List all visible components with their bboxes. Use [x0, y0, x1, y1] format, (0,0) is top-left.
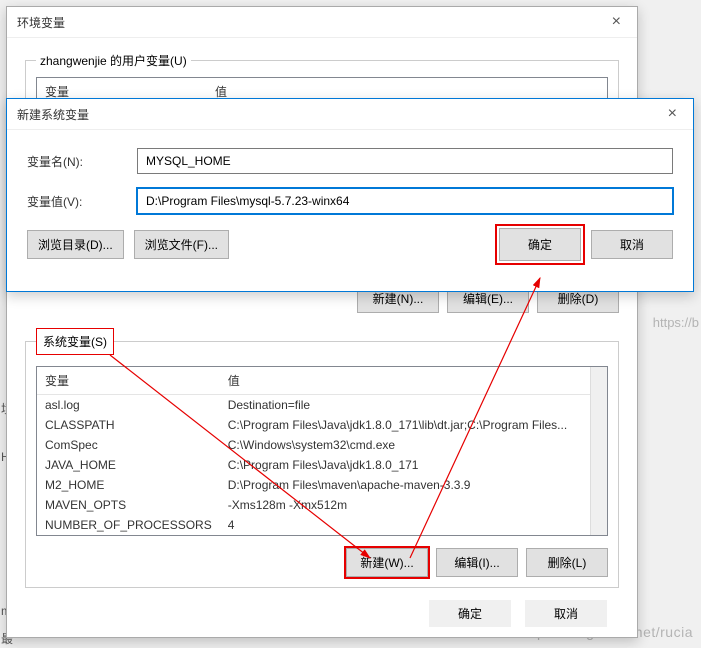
- var-name-cell: MAVEN_OPTS: [37, 495, 220, 515]
- env-dialog-title: 环境变量: [17, 14, 65, 31]
- env-cancel-button[interactable]: 取消: [525, 600, 607, 627]
- new-system-var-dialog: 新建系统变量 × 变量名(N): 变量值(V): 浏览目录(D)... 浏览文件…: [6, 98, 694, 292]
- table-row[interactable]: NUMBER_OF_PROCESSORS4: [37, 515, 590, 535]
- var-value-label: 变量值(V):: [27, 193, 137, 210]
- var-value-cell: 4: [220, 515, 590, 535]
- var-value-cell: C:\Windows\system32\cmd.exe: [220, 435, 590, 455]
- user-vars-label: zhangwenjie 的用户变量(U): [36, 52, 191, 69]
- var-name-cell: M2_HOME: [37, 475, 220, 495]
- browse-file-button[interactable]: 浏览文件(F)...: [134, 230, 229, 259]
- system-vars-table[interactable]: 变量 值 asl.logDestination=fileCLASSPATHC:\…: [36, 366, 608, 536]
- var-name-cell: CLASSPATH: [37, 415, 220, 435]
- var-value-cell: Destination=file: [220, 395, 590, 416]
- var-name-cell: asl.log: [37, 395, 220, 416]
- var-name-input[interactable]: [137, 148, 673, 174]
- browse-dir-button[interactable]: 浏览目录(D)...: [27, 230, 124, 259]
- var-value-cell: -Xms128m -Xmx512m: [220, 495, 590, 515]
- table-row[interactable]: ComSpecC:\Windows\system32\cmd.exe: [37, 435, 590, 455]
- var-value-cell: C:\Program Files\Java\jdk1.8.0_171\lib\d…: [220, 415, 590, 435]
- env-ok-button[interactable]: 确定: [429, 600, 511, 627]
- scrollbar[interactable]: [590, 367, 607, 535]
- table-row[interactable]: asl.logDestination=file: [37, 395, 590, 416]
- var-name-cell: JAVA_HOME: [37, 455, 220, 475]
- sys-delete-button[interactable]: 删除(L): [526, 548, 608, 577]
- var-value-row: 变量值(V):: [27, 188, 673, 214]
- var-value-cell: D:\Program Files\maven\apache-maven-3.3.…: [220, 475, 590, 495]
- sys-edit-button[interactable]: 编辑(I)...: [436, 548, 518, 577]
- var-name-label: 变量名(N):: [27, 153, 137, 170]
- env-dialog-titlebar: 环境变量 ×: [7, 7, 637, 38]
- sys-new-button[interactable]: 新建(W)...: [346, 548, 428, 577]
- sys-col-val[interactable]: 值: [220, 367, 590, 395]
- table-row[interactable]: JAVA_HOMEC:\Program Files\Java\jdk1.8.0_…: [37, 455, 590, 475]
- var-value-input[interactable]: [137, 188, 673, 214]
- table-row[interactable]: CLASSPATHC:\Program Files\Java\jdk1.8.0_…: [37, 415, 590, 435]
- new-ok-button[interactable]: 确定: [499, 228, 581, 261]
- new-dialog-button-row: 浏览目录(D)... 浏览文件(F)... 确定 取消: [27, 228, 673, 261]
- user-vars-section: zhangwenjie 的用户变量(U) 变量 值: [25, 60, 619, 100]
- new-dialog-titlebar: 新建系统变量 ×: [7, 99, 693, 130]
- sys-vars-button-row: 新建(W)... 编辑(I)... 删除(L): [36, 548, 608, 577]
- system-vars-label: 系统变量(S): [36, 328, 114, 355]
- close-icon[interactable]: ×: [662, 105, 683, 123]
- var-name-cell: NUMBER_OF_PROCESSORS: [37, 515, 220, 535]
- table-row[interactable]: M2_HOMED:\Program Files\maven\apache-mav…: [37, 475, 590, 495]
- new-cancel-button[interactable]: 取消: [591, 230, 673, 259]
- new-dialog-title: 新建系统变量: [17, 106, 89, 123]
- watermark-text-2: https://b: [653, 315, 699, 330]
- table-row[interactable]: MAVEN_OPTS -Xms128m -Xmx512m: [37, 495, 590, 515]
- user-vars-table[interactable]: 变量 值: [36, 77, 608, 99]
- var-value-cell: C:\Program Files\Java\jdk1.8.0_171: [220, 455, 590, 475]
- close-icon[interactable]: ×: [606, 13, 627, 31]
- env-dialog-button-row: 确定 取消: [429, 600, 607, 627]
- var-name-cell: ComSpec: [37, 435, 220, 455]
- system-vars-section: 系统变量(S) 变量 值 asl.logDestination=fileCLAS…: [25, 341, 619, 588]
- sys-col-var[interactable]: 变量: [37, 367, 220, 395]
- var-name-row: 变量名(N):: [27, 148, 673, 174]
